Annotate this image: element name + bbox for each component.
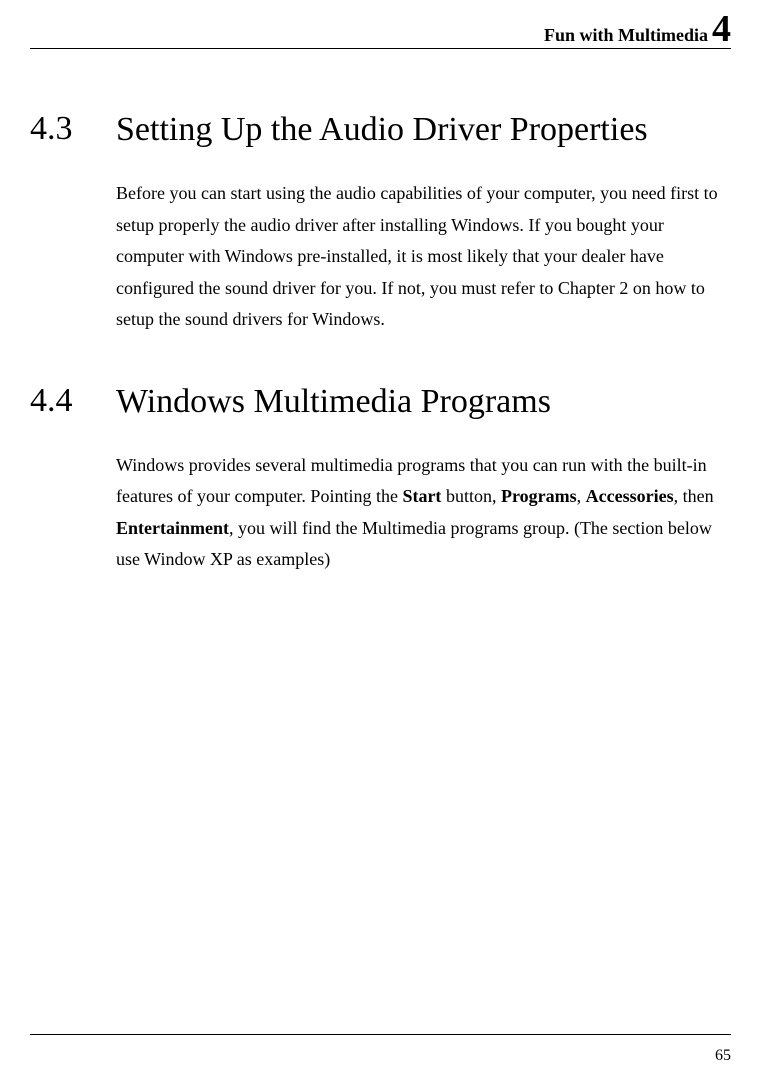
page-number: 65 <box>715 1047 731 1065</box>
bold-term: Start <box>402 486 441 506</box>
section-heading: 4.4 Windows Multimedia Programs <box>30 380 731 424</box>
bold-term: Programs <box>501 486 577 506</box>
body-text-part: button, <box>441 486 501 506</box>
section-title: Windows Multimedia Programs <box>116 380 731 424</box>
section-title: Setting Up the Audio Driver Properties <box>116 108 731 152</box>
header-title: Fun with Multimedia <box>544 25 708 46</box>
footer-divider <box>30 1034 731 1035</box>
header-chapter-number: 4 <box>712 10 731 48</box>
body-text-part: , <box>577 486 586 506</box>
header-divider <box>30 48 731 49</box>
bold-term: Entertainment <box>116 518 229 538</box>
page-content: 4.3 Setting Up the Audio Driver Properti… <box>30 108 731 576</box>
bold-term: Accessories <box>586 486 674 506</box>
section-number: 4.4 <box>30 380 116 423</box>
page-header: Fun with Multimedia 4 <box>544 10 731 48</box>
section-body: Windows provides several multimedia prog… <box>116 450 731 576</box>
section-body: Before you can start using the audio cap… <box>116 178 731 336</box>
section-number: 4.3 <box>30 108 116 151</box>
section-heading: 4.3 Setting Up the Audio Driver Properti… <box>30 108 731 152</box>
body-text-part: , then <box>674 486 714 506</box>
